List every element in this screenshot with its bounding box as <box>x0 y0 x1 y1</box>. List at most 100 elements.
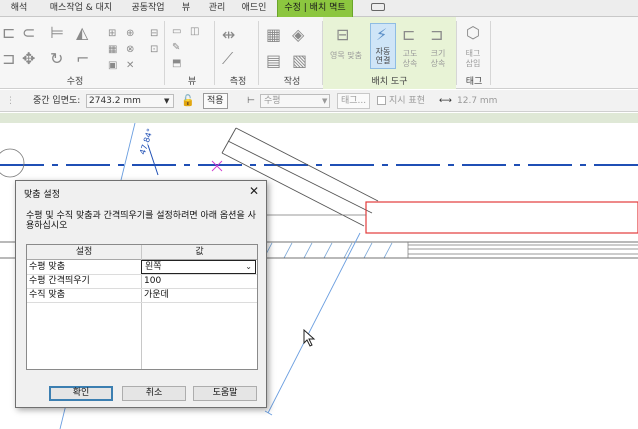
length-value: 12.7 mm <box>457 96 498 106</box>
justification-icon: ⊢ <box>247 96 255 106</box>
create-assembly-icon[interactable]: ▦ <box>266 27 281 43</box>
array-icon[interactable]: ▦ <box>108 45 117 55</box>
dropdown-value: 왼쪽 <box>145 262 162 272</box>
options-bar: ⋮ 중간 입면도: 2743.2 mm ▼ 🔓 적용 ⊢ 수평 ▼ 태그... … <box>0 90 638 112</box>
view-tab-strip <box>0 113 638 123</box>
tab-modify-place-duct[interactable]: 수정 | 배치 멱트 <box>277 0 353 17</box>
panel-label-tag: 태그 <box>465 77 483 87</box>
tag-button[interactable]: 태그... <box>337 93 371 109</box>
cope-icon[interactable]: ⊏ <box>2 25 15 41</box>
column-header-value: 값 <box>141 245 257 260</box>
apply-button[interactable]: 적용 <box>203 93 228 109</box>
split-gap-icon[interactable]: ⊡ <box>150 45 158 55</box>
help-button[interactable]: 도움말 <box>193 386 257 401</box>
ribbon: ⊏ ⊐ ⊂ ✥ ⊨ ↻ ◭ ⌐ ⊞ ▦ ▣ ⊕ ⊗ ✕ ⊟ ⊡ 수정 ▭ ✎ ⬒… <box>0 17 638 89</box>
chevron-down-icon[interactable]: ▼ <box>164 90 169 112</box>
trim-icon[interactable]: ⌐ <box>76 51 89 67</box>
row-setting-cell: 수평 맞춤 <box>29 262 65 272</box>
tab-view[interactable]: 뷰 <box>176 0 196 17</box>
panel-label-placement-tools: 배치 도구 <box>371 77 408 87</box>
panel-label-view: 뷰 <box>187 77 197 87</box>
dropdown-icon <box>371 2 385 11</box>
settings-grid: 설정 값 수평 맞춤 왼쪽 ⌄ 수평 간격띄우기 100 수직 맞춤 가운데 <box>26 244 258 370</box>
split-icon[interactable]: ⊞ <box>108 29 116 39</box>
cancel-button[interactable]: 취소 <box>122 386 186 401</box>
middle-elevation-label: 중간 입면도: <box>33 96 81 106</box>
ok-button[interactable]: 확인 <box>49 386 113 401</box>
create-group-icon[interactable]: ▧ <box>292 53 307 69</box>
inherit-elevation-label-1: 고도 <box>402 49 418 58</box>
measure-icon[interactable]: ⇹ <box>222 27 235 43</box>
justification-value: 수평 <box>264 96 281 106</box>
panel-separator <box>490 21 491 85</box>
align-button-label[interactable]: 영목 맞춤 <box>326 51 366 60</box>
inherit-size-label-2: 상속 <box>430 59 446 68</box>
inherit-elevation-label-2: 상속 <box>402 59 418 68</box>
alignment-settings-dialog: 맞춤 설정 ✕ 수평 및 수직 맞춤과 간격띄우기를 설정하려면 아래 옵션을 … <box>15 180 267 408</box>
show-reference-label: 지시 표현 <box>389 96 425 106</box>
panel-separator <box>164 21 165 85</box>
tab-addins[interactable]: 애드인 <box>238 0 270 17</box>
middle-elevation-value: 2743.2 mm <box>89 96 141 106</box>
tab-collaborate[interactable]: 공동작업 <box>126 0 170 17</box>
rotate-icon[interactable]: ↻ <box>50 51 63 67</box>
offset-icon[interactable]: ⊂ <box>22 25 35 41</box>
move-icon[interactable]: ✥ <box>22 51 35 67</box>
hide-icon[interactable]: ◫ <box>190 27 199 37</box>
dialog-description: 수평 및 수직 맞춤과 간격띄우기를 설정하려면 아래 옵션을 사용하십시오 <box>26 211 256 231</box>
column-header-setting: 설정 <box>27 245 141 260</box>
vertical-justification-field[interactable]: 가운데 <box>142 289 256 302</box>
tab-overflow-dropdown[interactable] <box>367 0 389 17</box>
row-setting-cell: 수직 맞춤 <box>29 290 65 300</box>
mouse-cursor-icon <box>303 329 316 347</box>
wall-join-icon[interactable]: ⊐ <box>2 51 15 67</box>
delete-icon[interactable]: ✕ <box>126 61 134 71</box>
align-icon[interactable]: ⊨ <box>50 25 64 41</box>
chevron-down-icon: ▼ <box>322 97 328 105</box>
length-icon: ⟷ <box>439 96 452 106</box>
horizontal-justification-dropdown[interactable]: 왼쪽 ⌄ <box>141 260 256 274</box>
panel-separator <box>214 21 215 85</box>
row-divider <box>27 302 257 303</box>
dimension-icon[interactable]: ⟋ <box>222 51 233 67</box>
ribbon-tab-bar: 해석 매스작업 & 대지 공동작업 뷰 관리 애드인 수정 | 배치 멱트 <box>0 0 638 17</box>
unpin-icon[interactable]: ⊗ <box>126 45 134 55</box>
tab-massing-site[interactable]: 매스작업 & 대지 <box>42 0 120 17</box>
tab-analyze[interactable]: 해석 <box>4 0 34 17</box>
create-part-icon[interactable]: ◈ <box>292 27 304 43</box>
inherit-size-label-1: 크기 <box>430 49 446 58</box>
auto-connect-icon: ⚡ <box>376 25 388 44</box>
panel-label-measure: 측정 <box>229 77 247 87</box>
panel-label-create: 작성 <box>283 77 301 87</box>
options-bar-grip: ⋮ <box>6 96 15 106</box>
panel-label-modify: 수정 <box>66 77 84 87</box>
angle-leader <box>147 144 159 176</box>
paint-brush-icon[interactable]: ✎ <box>172 43 180 53</box>
chevron-down-icon: ⌄ <box>245 262 252 271</box>
tag-label-2: 삽입 <box>465 59 481 68</box>
panel-separator <box>456 21 457 85</box>
close-icon[interactable]: ✕ <box>247 184 261 198</box>
override-graphics-icon[interactable]: ▭ <box>172 27 181 37</box>
scale-icon[interactable]: ▣ <box>108 61 117 71</box>
inherit-size-icon[interactable]: ⊐ <box>430 27 443 43</box>
grid-head <box>0 148 25 178</box>
lock-icon[interactable]: 🔓 <box>181 90 195 112</box>
tag-on-placement-icon[interactable]: ⬡ <box>466 25 480 41</box>
copy-icon[interactable]: ⊟ <box>150 29 158 39</box>
create-similar-icon[interactable]: ▤ <box>266 53 281 69</box>
inherit-elevation-icon[interactable]: ⊏ <box>402 27 415 43</box>
justify-icon[interactable]: ⊟ <box>336 27 349 43</box>
row-setting-cell: 수평 간격띄우기 <box>29 276 90 286</box>
pin-icon[interactable]: ⊕ <box>126 29 134 39</box>
selected-duct <box>365 201 638 234</box>
linework-icon[interactable]: ⬒ <box>172 59 181 69</box>
tab-manage[interactable]: 관리 <box>202 0 232 17</box>
panel-separator <box>258 21 259 85</box>
tag-label-1: 태그 <box>465 49 481 58</box>
show-reference-checkbox[interactable] <box>377 96 386 105</box>
mirror-icon[interactable]: ◭ <box>76 25 88 41</box>
horizontal-offset-field[interactable]: 100 <box>142 275 256 288</box>
auto-connect-label: 자동 연결 <box>375 47 391 65</box>
dialog-title: 맞춤 설정 <box>24 190 60 200</box>
